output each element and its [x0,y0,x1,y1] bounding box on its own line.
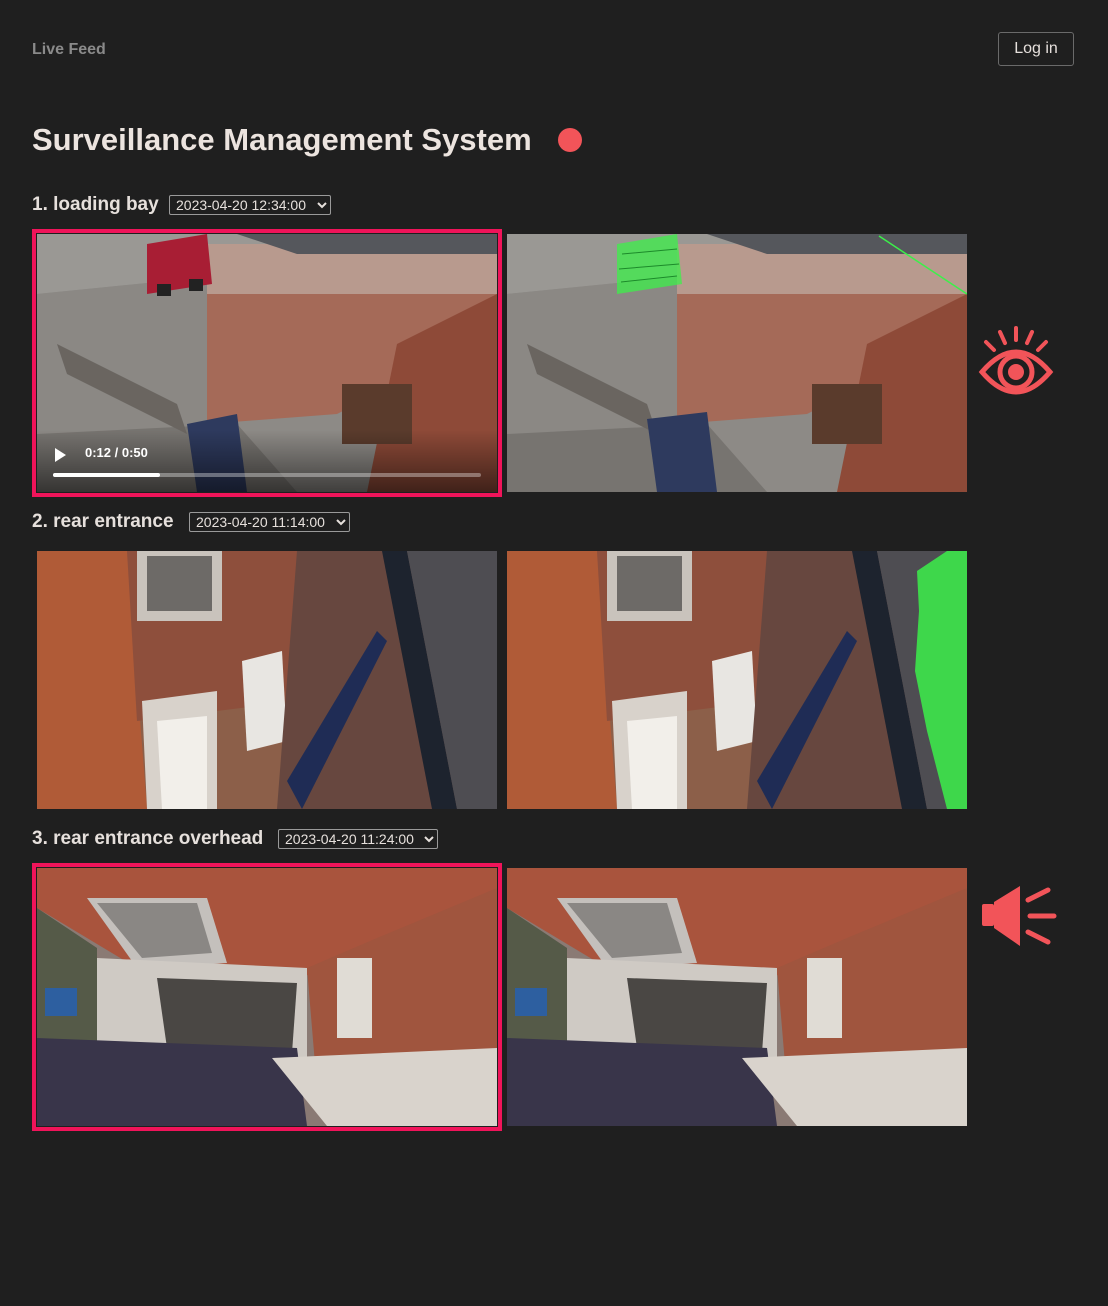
loading-bay-detection-scene [507,234,967,492]
camera-feed-original[interactable] [37,868,497,1126]
megaphone-icon [982,886,1057,946]
nav-brand[interactable]: Live Feed [32,41,106,59]
rear-entrance-overhead-scene [37,868,497,1126]
rear-entrance-detection-scene [507,551,967,809]
video-controls: 0:12 / 0:50 [37,430,497,492]
video-progress-track[interactable] [53,473,481,477]
camera-label: 1. loading bay [32,194,159,215]
recording-indicator [558,128,582,152]
rear-entrance-scene [37,551,497,809]
video-time: 0:12 / 0:50 [85,445,148,460]
timestamp-select[interactable]: 2023-04-20 12:34:00 [169,195,331,215]
timestamp-select[interactable]: 2023-04-20 11:14:00 [189,512,350,532]
camera-feed-original[interactable]: 0:12 / 0:50 [37,234,497,492]
play-icon[interactable] [55,448,66,462]
eye-icon [978,326,1054,395]
login-button[interactable]: Log in [998,32,1074,66]
camera-feed-processed[interactable] [507,551,967,809]
rear-entrance-overhead-detection-scene [507,868,967,1126]
camera-feed-processed[interactable] [507,868,967,1126]
timestamp-select[interactable]: 2023-04-20 11:24:00 [278,829,438,849]
camera-feed-processed[interactable] [507,234,967,492]
camera-label: 3. rear entrance overhead [32,828,264,849]
page-title: Surveillance Management System [32,122,532,157]
camera-feed-original[interactable] [37,551,497,809]
video-progress-fill [53,473,160,477]
more-options-icon[interactable] [467,444,497,492]
camera-label: 2. rear entrance [32,511,174,532]
